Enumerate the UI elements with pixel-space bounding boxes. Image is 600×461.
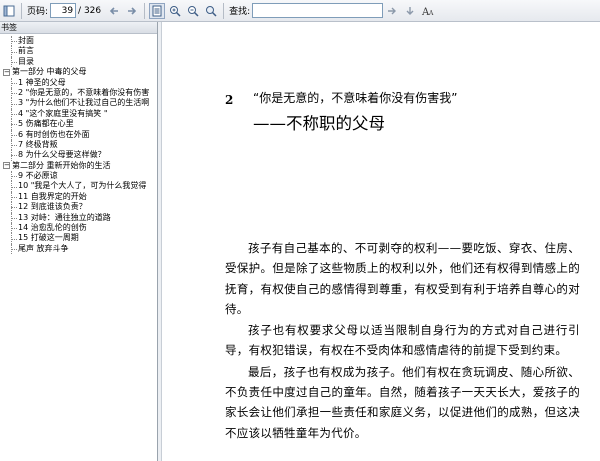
bookmark-item[interactable]: 7 终极背叛	[0, 139, 157, 151]
bookmark-label: 封面	[18, 36, 34, 45]
svg-text:A: A	[428, 10, 434, 17]
tree-connector	[11, 238, 17, 240]
bookmark-section[interactable]: − 第二部分 重新开始你的生活	[0, 161, 157, 171]
toolbar: 页码: / 326 查找: AA	[0, 0, 600, 22]
bookmark-item[interactable]: 13 对峙：通往独立的道路	[0, 212, 157, 224]
panel-splitter[interactable]	[158, 22, 162, 461]
page-view-icon[interactable]	[149, 2, 166, 19]
bookmark-item[interactable]: 前言	[0, 46, 157, 57]
chapter-number: 2	[225, 93, 234, 107]
tree-connector	[11, 176, 17, 178]
bookmark-item[interactable]: 封面	[0, 36, 157, 47]
bookmark-label: 2 "你是无意的，不意味着你没有伤害	[18, 87, 150, 97]
document-view: 2 “你是无意的，不意味着你没有伤害我” ——不称职的父母 孩子有自己基本的、不…	[163, 22, 600, 461]
back-arrow-icon[interactable]	[106, 3, 122, 19]
toolbar-separator	[21, 2, 22, 19]
bookmark-label: 第二部分 重新开始你的生活	[12, 160, 111, 170]
tree-connector	[11, 103, 17, 105]
tree-connector	[11, 41, 17, 43]
paragraph: 孩子有自己基本的、不可剥夺的权利——要吃饭、穿衣、住房、受保护。但是除了这些物质…	[225, 241, 580, 316]
paragraph: 孩子也有权要求父母以适当限制自身行为的方式对自己进行引导，有权犯错误，有权在不受…	[225, 323, 580, 358]
find-icon[interactable]	[384, 3, 400, 19]
bookmark-label: 1 神圣的父母	[18, 77, 66, 87]
bookmarks-panel: 书签 封面 前言 目录 − 第一部分 中毒的父母 1 神圣的父母 2 "你是无意的，不意味着…	[0, 22, 158, 461]
bookmark-item[interactable]: 4 "这个家庭里没有搞笑 "	[0, 108, 157, 120]
bookmark-label: 11 自我界定的开始	[18, 191, 87, 201]
bookmark-item[interactable]: 2 "你是无意的，不意味着你没有伤害	[0, 87, 157, 99]
bookmark-label: 6 有时创伤也在外面	[18, 129, 90, 139]
search-input[interactable]	[252, 3, 384, 18]
bookmark-label: 14 治愈乱伦的创伤	[18, 223, 87, 233]
bookmark-label: 15 打破这一周期	[18, 233, 79, 243]
forward-arrow-icon[interactable]	[124, 3, 140, 19]
bookmark-label: 目录	[18, 56, 34, 66]
tree-connector	[11, 197, 17, 199]
bookmark-label: 9 不必原谅	[18, 171, 58, 181]
bookmark-tree: 封面 前言 目录 − 第一部分 中毒的父母 1 神圣的父母 2 "你是无意的，不意味着你没有…	[0, 36, 157, 255]
bookmark-item[interactable]: 15 打破这一周期	[0, 233, 157, 244]
bookmark-label: 8 为什么父母要这样做？	[18, 150, 106, 160]
tree-connector	[11, 155, 17, 157]
tree-connector	[11, 113, 17, 115]
bookmark-item[interactable]: 1 神圣的父母	[0, 77, 157, 88]
bookmark-label: 7 终极背叛	[18, 139, 58, 149]
tree-connector	[11, 186, 17, 188]
tree-connector	[11, 124, 17, 126]
bookmark-label: 前言	[18, 46, 34, 56]
bookmark-label: 第一部分 中毒的父母	[12, 67, 87, 77]
tree-connector	[11, 51, 17, 53]
search-label: 查找:	[229, 7, 251, 17]
bookmark-label: 13 对峙：通往独立的道路	[18, 212, 111, 222]
bookmark-item[interactable]: 9 不必原谅	[0, 171, 157, 182]
bookmark-label: 尾声 放弃斗争	[18, 243, 69, 253]
bookmark-item[interactable]: 目录	[0, 56, 157, 68]
find-next-icon[interactable]	[402, 3, 418, 19]
bookmark-item[interactable]: 11 自我界定的开始	[0, 191, 157, 203]
tree-connector	[11, 217, 17, 219]
bookmark-item[interactable]: 6 有时创伤也在外面	[0, 129, 157, 140]
bookmark-item[interactable]: 3 "为什么他们不让我过自己的生活啊	[0, 98, 157, 109]
toolbar-separator	[144, 2, 146, 19]
tree-connector	[11, 145, 17, 147]
page-total: / 326	[78, 5, 102, 16]
zoom-out-icon[interactable]	[185, 3, 201, 19]
bookmark-item[interactable]: 尾声 放弃斗争	[0, 243, 157, 255]
paragraph: 最后，孩子也有权成为孩子。他们有权在贪玩调皮、随心所欲、不负责任中度过自己的童年…	[225, 364, 580, 440]
sidebar-toggle-icon[interactable]	[1, 3, 17, 19]
bookmark-label: 10 "我是个大人了，可为什么我觉得	[18, 181, 147, 191]
tree-connector	[11, 228, 17, 230]
chapter-subtitle: “你是无意的，不意味着你没有伤害我”	[253, 91, 458, 105]
collapse-toggle-icon[interactable]: −	[3, 68, 10, 76]
document-body: 孩子有自己基本的、不可剥夺的权利——要吃饭、穿衣、住房、受保护。但是除了这些物质…	[225, 238, 580, 444]
zoom-fit-icon[interactable]	[203, 3, 219, 19]
bookmark-label: 4 "这个家庭里没有搞笑 "	[18, 108, 108, 118]
bookmark-item[interactable]: 14 治愈乱伦的创伤	[0, 223, 157, 234]
bookmark-label: 12 到底谁该负责？	[18, 202, 87, 212]
bookmarks-header: 书签	[0, 22, 157, 34]
tree-connector	[11, 61, 17, 63]
bookmark-item[interactable]: 8 为什么父母要这样做？	[0, 150, 157, 161]
tree-connector	[11, 134, 17, 136]
bookmark-section[interactable]: − 第一部分 中毒的父母	[0, 67, 157, 77]
zoom-in-icon[interactable]	[167, 3, 183, 19]
toolbar-separator	[223, 2, 225, 19]
page-label: 页码:	[27, 7, 49, 17]
tree-connector	[11, 93, 17, 95]
font-size-icon[interactable]: AA	[420, 3, 436, 19]
tree-connector	[11, 249, 17, 250]
page-number-input[interactable]	[50, 3, 77, 18]
bookmark-label: 3 "为什么他们不让我过自己的生活啊	[18, 98, 150, 108]
chapter-title: ——不称职的父母	[253, 114, 385, 133]
tree-connector	[11, 207, 17, 209]
bookmark-item[interactable]: 5 伤痛都在心里	[0, 119, 157, 130]
bookmark-label: 5 伤痛都在心里	[18, 119, 74, 129]
tree-connector	[11, 82, 17, 84]
bookmark-item[interactable]: 12 到底谁该负责？	[0, 202, 157, 213]
collapse-toggle-icon[interactable]: −	[3, 162, 10, 170]
bookmark-item[interactable]: 10 "我是个大人了，可为什么我觉得	[0, 181, 157, 192]
